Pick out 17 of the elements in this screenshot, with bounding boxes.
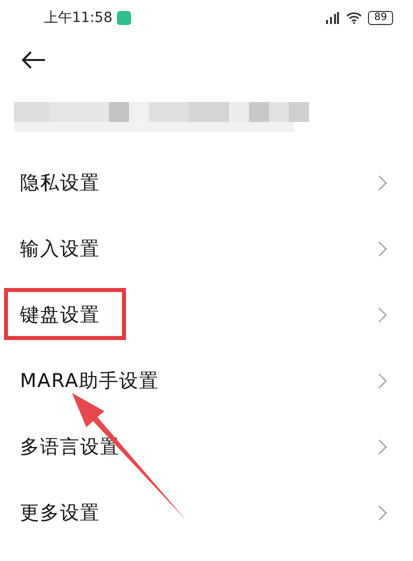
battery-icon: 89: [368, 11, 393, 25]
settings-item[interactable]: 隐私设置: [20, 170, 100, 196]
chevron-right-icon: [378, 439, 387, 455]
chevron-right-icon: [378, 307, 387, 323]
status-time: 上午11:58: [44, 9, 112, 27]
chevron-right-icon: [378, 241, 387, 257]
signal-icon: [324, 12, 340, 24]
chevron-right-icon: [378, 505, 387, 521]
settings-item[interactable]: 输入设置: [20, 236, 100, 262]
settings-item[interactable]: 键盘设置: [20, 302, 100, 328]
app-notification-icon: [117, 11, 132, 25]
chevron-right-icon: [378, 175, 387, 191]
settings-item[interactable]: MARA助手设置: [20, 368, 159, 394]
wifi-icon: [346, 12, 362, 24]
back-arrow-icon[interactable]: [20, 50, 46, 70]
chevron-right-icon: [378, 373, 387, 389]
settings-item[interactable]: 更多设置: [20, 500, 100, 526]
